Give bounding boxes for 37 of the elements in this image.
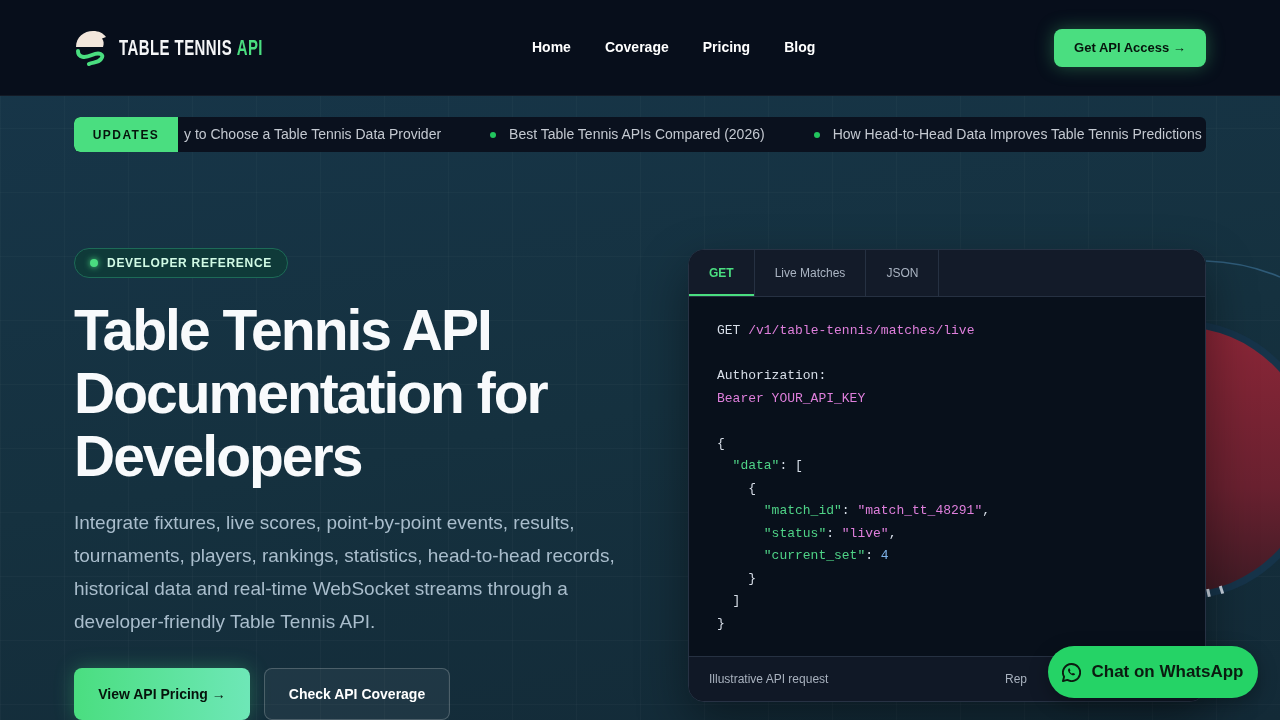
code-line: "status": "live",: [763, 524, 897, 543]
code-tab[interactable]: GET: [689, 250, 755, 296]
code-tab[interactable]: JSON: [866, 250, 940, 296]
code-line: "data": [: [732, 457, 803, 475]
code-line: Bearer YOUR_API_KEY: [717, 389, 866, 408]
code-line: }: [717, 614, 725, 633]
code-line: }: [748, 569, 756, 588]
code-line: "current_set": 4: [763, 547, 889, 565]
code-line: Authorization:: [717, 367, 827, 385]
hero-description: Integrate fixtures, live scores, point-by-point events, results, tournaments, players, rankings, statistics, head-to-head records, historical data and real-time WebSocket streams through a developer-friendly Table Tennis API.: [74, 511, 616, 634]
code-line: {: [717, 434, 725, 453]
nav-link[interactable]: Pricing: [702, 37, 751, 58]
ticker-link[interactable]: How Head-to-Head Data Improves Table Tennis Predictions: [832, 124, 1202, 145]
nav-link[interactable]: Home: [532, 37, 571, 58]
code-line: {: [748, 479, 756, 498]
code-line: "match_id": "match_tt_48291",: [763, 502, 991, 520]
code-tab[interactable]: Live Matches: [754, 250, 867, 296]
code-line: ]: [732, 592, 741, 610]
ticker-link[interactable]: y to Choose a Table Tennis Data Provider: [184, 124, 442, 145]
page-title: Table Tennis API Documentation for Developers: [74, 299, 549, 488]
footer-note: Illustrative API request: [709, 671, 829, 688]
badge-label: DEVELOPER REFERENCE: [107, 255, 273, 272]
phone-bubble-icon: [1062, 662, 1082, 682]
updates-badge: UPDATES: [74, 117, 178, 152]
get-api-access-button[interactable]: Get API Access →: [1054, 28, 1206, 67]
logo-text[interactable]: TABLE TENNIS API: [119, 31, 263, 64]
footer-label: Rep: [1005, 671, 1027, 688]
logo-icon[interactable]: [74, 29, 108, 66]
nav-link[interactable]: Blog: [784, 37, 816, 58]
code-line: GET /v1/table-tennis/matches/live: [717, 322, 975, 340]
chat-button[interactable]: Chat on WhatsApp: [1048, 646, 1258, 698]
bullet-icon: [813, 131, 820, 138]
ticker-link[interactable]: Best Table Tennis APIs Compared (2026): [509, 124, 765, 145]
nav-link[interactable]: Coverage: [604, 37, 669, 58]
view-api-pricing-button[interactable]: View API Pricing →: [74, 668, 250, 720]
check-api-coverage-button[interactable]: Check API Coverage: [264, 668, 450, 720]
bullet-icon: [490, 131, 497, 138]
